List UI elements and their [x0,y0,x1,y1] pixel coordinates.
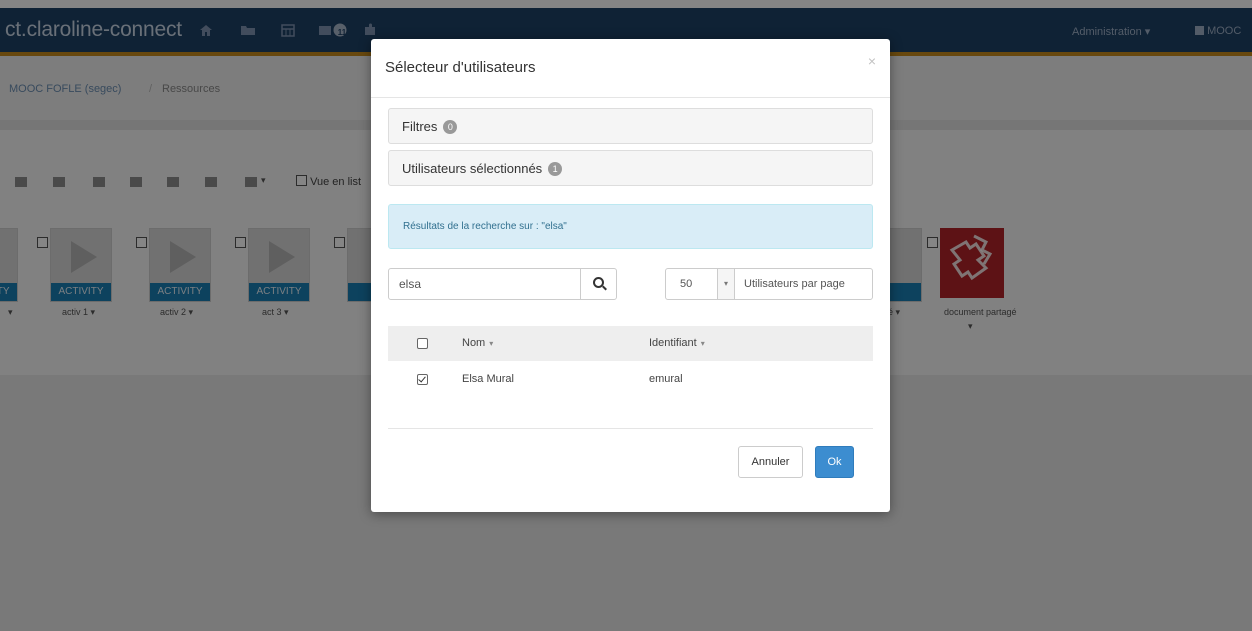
users-table-header: Nom ▾ Identifiant ▾ [388,326,873,361]
filters-label: Filtres [402,119,438,134]
filters-count-badge: 0 [443,120,458,134]
filters-panel[interactable]: Filtres 0 [388,108,873,144]
selected-users-count-badge: 1 [548,162,563,176]
user-name-cell: Elsa Mural [462,373,514,385]
modal-title: Sélecteur d'utilisateurs [385,59,536,76]
search-input[interactable] [399,276,579,292]
selected-users-panel[interactable]: Utilisateurs sélectionnés 1 [388,150,873,186]
check-icon [418,374,426,383]
modal-header-divider [371,97,890,98]
cancel-button[interactable]: Annuler [738,446,803,478]
search-icon-handle [602,285,607,291]
search-results-alert: Résultats de la recherche sur : "elsa" [388,204,873,249]
selected-users-label: Utilisateurs sélectionnés [402,161,543,176]
modal-footer-divider [388,428,873,429]
per-page-label: Utilisateurs par page [744,278,845,290]
search-button[interactable] [580,269,616,299]
selected-users-heading: Utilisateurs sélectionnés 1 [402,161,563,176]
column-identifier-label: Identifiant [649,337,697,349]
close-icon[interactable]: × [868,53,876,69]
user-picker-modal: Sélecteur d'utilisateurs × Filtres 0 Util… [371,39,890,512]
column-name-label: Nom [462,337,486,349]
chevron-down-icon[interactable]: ▾ [717,269,735,299]
column-header-identifier[interactable]: Identifiant ▾ [649,337,705,349]
sort-icon: ▾ [489,339,494,348]
column-header-name[interactable]: Nom ▾ [462,337,493,349]
per-page-value[interactable]: 50 [680,278,692,290]
ok-button[interactable]: Ok [815,446,854,478]
row-checkbox[interactable] [417,374,428,385]
per-page-selector: 50 ▾ Utilisateurs par page [665,268,873,300]
search-results-text: Résultats de la recherche sur : "elsa" [403,221,567,232]
user-identifier-cell: emural [649,373,683,385]
sort-icon: ▾ [700,339,705,348]
table-row[interactable]: Elsa Mural emural [388,361,873,399]
filters-heading: Filtres 0 [402,119,458,134]
select-all-checkbox[interactable] [417,338,428,349]
app-root: ct.claroline-connect 11 Administration ▾… [0,0,1252,631]
search-group [388,268,617,300]
